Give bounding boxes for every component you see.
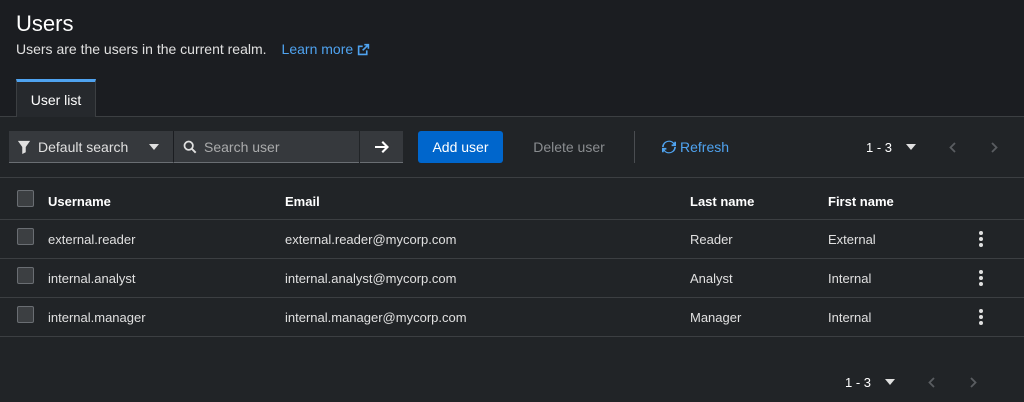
- row-checkbox[interactable]: [17, 266, 34, 284]
- caret-down-icon: [149, 144, 159, 150]
- column-header-username: Username: [48, 194, 111, 209]
- table-row: internal.manager internal.manager@mycorp…: [0, 298, 1024, 337]
- column-header-last-name: Last name: [690, 194, 755, 209]
- row-actions-button[interactable]: [974, 298, 988, 336]
- search-submit-button[interactable]: [360, 131, 403, 163]
- last-name-cell: Manager: [690, 309, 742, 325]
- page-subtitle-row: Users are the users in the current realm…: [16, 41, 370, 57]
- caret-down-icon: [885, 379, 896, 385]
- username-link[interactable]: external.reader: [48, 220, 135, 258]
- bottom-pagination-range: 1 - 3: [845, 374, 872, 390]
- pagination-range: 1 - 3: [866, 139, 893, 155]
- page-subtitle: Users are the users in the current realm…: [16, 41, 267, 57]
- arrow-right-icon: [374, 140, 389, 153]
- select-all-checkbox[interactable]: [17, 190, 34, 207]
- tab-bar: User list: [0, 79, 1024, 117]
- refresh-button[interactable]: Refresh: [662, 131, 729, 163]
- last-name-cell: Analyst: [690, 270, 733, 286]
- username-link[interactable]: internal.manager: [48, 298, 146, 336]
- row-select-cell: [17, 220, 34, 258]
- tab-user-list-label: User list: [30, 91, 82, 108]
- table-row: internal.analyst internal.analyst@mycorp…: [0, 259, 1024, 298]
- select-all-cell: [17, 178, 34, 219]
- kebab-icon: [979, 231, 983, 247]
- toolbar: Default search Add user Delete user: [0, 131, 1024, 163]
- row-actions-button[interactable]: [974, 259, 988, 297]
- first-name-cell: Internal: [828, 270, 872, 286]
- bottom-pagination-range-toggle[interactable]: 1 - 3: [845, 374, 896, 390]
- row-checkbox[interactable]: [17, 227, 34, 245]
- refresh-label: Refresh: [680, 139, 730, 155]
- kebab-icon: [979, 309, 983, 325]
- delete-user-button[interactable]: Delete user: [519, 131, 619, 163]
- first-name-cell: Internal: [828, 309, 872, 325]
- chevron-left-icon: [948, 141, 956, 153]
- users-table: Username Email Last name First name exte…: [0, 177, 1024, 337]
- page-header: Users Users are the users in the current…: [16, 10, 370, 57]
- filter-icon: [17, 140, 31, 154]
- refresh-icon: [662, 140, 676, 154]
- add-user-button[interactable]: Add user: [418, 131, 503, 163]
- bottom-pagination-bar: 1 - 3: [0, 367, 1024, 397]
- row-checkbox[interactable]: [17, 305, 34, 323]
- column-header-first-name: First name: [828, 194, 894, 209]
- chevron-right-icon: [969, 376, 977, 388]
- search-input[interactable]: [204, 138, 354, 155]
- email-cell: internal.analyst@mycorp.com: [285, 270, 457, 286]
- caret-down-icon: [906, 144, 917, 150]
- external-link-icon: [357, 43, 370, 55]
- tab-user-list[interactable]: User list: [16, 79, 96, 117]
- search-box: [173, 131, 359, 163]
- learn-more-label: Learn more: [281, 41, 354, 57]
- bottom-previous-page-button[interactable]: [921, 376, 941, 388]
- learn-more-link[interactable]: Learn more: [282, 41, 371, 57]
- username-link[interactable]: internal.analyst: [48, 259, 135, 297]
- chevron-left-icon: [927, 376, 935, 388]
- main-panel: Default search Add user Delete user: [0, 117, 1024, 402]
- last-name-cell: Reader: [690, 231, 733, 247]
- chevron-right-icon: [990, 141, 998, 153]
- search-type-label: Default search: [38, 138, 129, 155]
- search-icon: [183, 140, 197, 153]
- top-pagination: 1 - 3: [866, 131, 1004, 163]
- column-header-email: Email: [285, 194, 320, 209]
- next-page-button[interactable]: [984, 141, 1004, 153]
- pagination-range-toggle[interactable]: 1 - 3: [866, 139, 917, 155]
- bottom-next-page-button[interactable]: [963, 376, 983, 388]
- search-type-dropdown[interactable]: Default search: [9, 131, 173, 163]
- email-cell: internal.manager@mycorp.com: [285, 309, 467, 325]
- email-cell: external.reader@mycorp.com: [285, 231, 457, 247]
- page-title: Users: [16, 11, 74, 36]
- table-header: Username Email Last name First name: [0, 177, 1024, 220]
- previous-page-button[interactable]: [942, 141, 962, 153]
- bottom-pagination: 1 - 3: [845, 367, 983, 397]
- table-row: external.reader external.reader@mycorp.c…: [0, 220, 1024, 259]
- row-actions-button[interactable]: [974, 220, 988, 258]
- toolbar-divider: [634, 131, 635, 163]
- row-select-cell: [17, 298, 34, 336]
- row-select-cell: [17, 259, 34, 297]
- kebab-icon: [979, 270, 983, 286]
- first-name-cell: External: [828, 231, 876, 247]
